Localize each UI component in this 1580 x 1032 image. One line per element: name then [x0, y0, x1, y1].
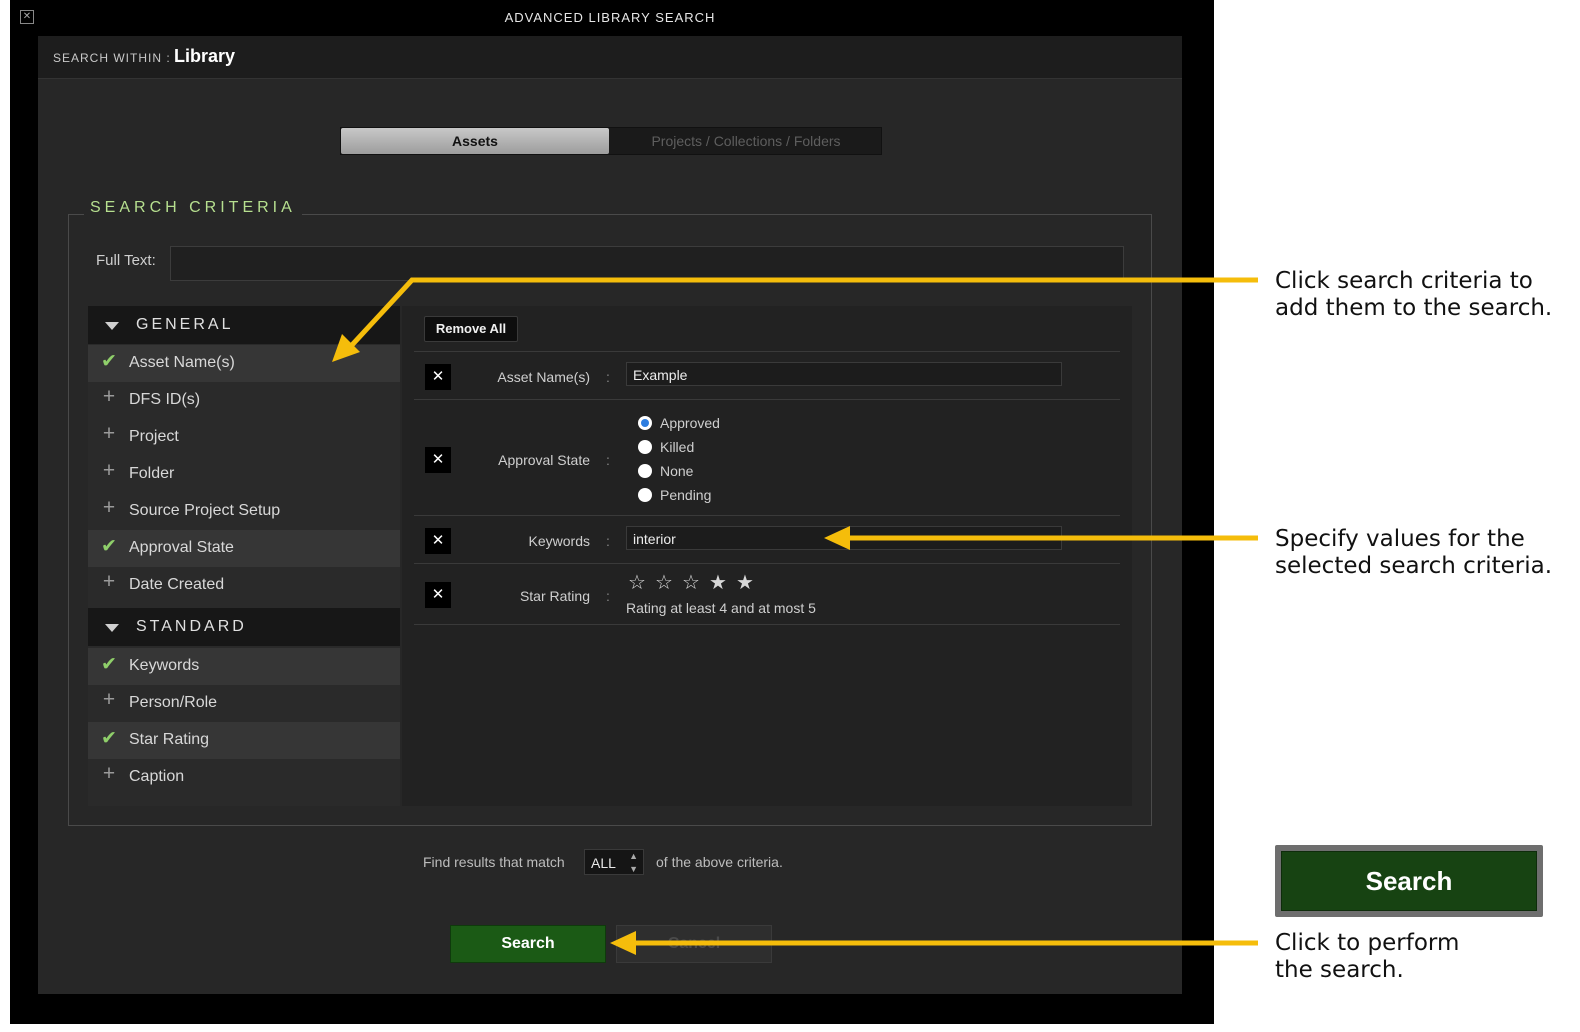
approval-state-label: Approval State: [498, 452, 590, 468]
search-within-label: SEARCH WITHIN :: [53, 51, 171, 65]
criteria-item-project[interactable]: + Project: [88, 419, 400, 456]
group-header-standard[interactable]: STANDARD: [88, 608, 400, 646]
criteria-item-caption[interactable]: + Caption: [88, 759, 400, 796]
criteria-item-folder[interactable]: + Folder: [88, 456, 400, 493]
asset-name-input[interactable]: Example: [626, 362, 1062, 386]
criteria-item-label: Date Created: [129, 576, 225, 593]
criteria-item-dfs-ids[interactable]: + DFS ID(s): [88, 382, 400, 419]
triangle-down-icon: [105, 322, 119, 330]
radio-button[interactable]: [638, 488, 652, 502]
star-outline-icon[interactable]: ☆: [682, 570, 700, 595]
match-select[interactable]: ALL ▲ ▼: [584, 849, 644, 875]
star-filled-icon[interactable]: ★: [736, 570, 754, 595]
criteria-item-label: Folder: [129, 465, 175, 482]
cancel-button[interactable]: Cancel: [616, 925, 772, 963]
star-outline-icon[interactable]: ☆: [655, 570, 673, 595]
checkmark-icon: ✔: [101, 536, 117, 557]
plus-icon: +: [102, 422, 116, 445]
annotation-criteria-note: Click search criteria to add them to the…: [1275, 268, 1553, 321]
checkmark-icon: ✔: [101, 351, 117, 372]
criteria-item-person-role[interactable]: + Person/Role: [88, 685, 400, 722]
radio-label: Approved: [660, 415, 720, 431]
triangle-down-icon: [105, 624, 119, 632]
zoomed-search-button: Search: [1281, 851, 1537, 911]
criteria-item-asset-names[interactable]: ✔ Asset Name(s): [88, 345, 400, 382]
divider: [414, 624, 1120, 625]
criteria-item-label: Keywords: [129, 657, 200, 674]
criteria-item-label: DFS ID(s): [129, 391, 201, 408]
star-rating-label: Star Rating: [519, 588, 590, 604]
criteria-item-source-project-setup[interactable]: + Source Project Setup: [88, 493, 400, 530]
match-select-value: ALL: [591, 855, 616, 871]
search-within-bar: SEARCH WITHIN : Library: [38, 36, 1182, 79]
radio-label: Killed: [660, 439, 695, 455]
scope-tabs: Assets Projects / Collections / Folders: [340, 127, 882, 155]
radio-label: Pending: [660, 487, 712, 503]
checkmark-icon: ✔: [101, 654, 117, 675]
group-label: GENERAL: [136, 316, 234, 333]
search-criteria-title: SEARCH CRITERIA: [84, 199, 302, 217]
criteria-item-label: Approval State: [129, 539, 234, 556]
divider: [414, 399, 1120, 400]
criteria-item-label: Caption: [129, 768, 185, 785]
colon: :: [606, 369, 610, 385]
remove-all-button[interactable]: Remove All: [424, 316, 518, 342]
colon: :: [606, 533, 610, 549]
radio-button-selected[interactable]: [638, 416, 652, 430]
star-rating-text: Rating at least 4 and at most 5: [626, 600, 816, 616]
plus-icon: +: [102, 688, 116, 711]
annotation-search-note: Click to perform the search.: [1275, 930, 1460, 983]
divider: [414, 351, 1120, 352]
annotation-search-zoom: Search: [1275, 845, 1543, 917]
criteria-item-label: Star Rating: [129, 731, 210, 748]
keywords-label: Keywords: [528, 533, 590, 549]
criteria-item-star-rating[interactable]: ✔ Star Rating: [88, 722, 400, 759]
tab-projects-collections-folders[interactable]: Projects / Collections / Folders: [611, 128, 881, 154]
colon: :: [606, 452, 610, 468]
plus-icon: +: [102, 570, 116, 593]
criteria-item-label: Project: [129, 428, 179, 445]
match-prefix-text: Find results that match: [423, 854, 565, 870]
advanced-search-window: ✕ ADVANCED LIBRARY SEARCH SEARCH WITHIN …: [10, 0, 1214, 1024]
search-within-value[interactable]: Library: [174, 46, 235, 67]
window-title: ADVANCED LIBRARY SEARCH: [504, 10, 716, 25]
star-rating-control[interactable]: ☆ ☆ ☆ ★ ★: [628, 570, 768, 596]
plus-icon: +: [102, 496, 116, 519]
full-text-input[interactable]: [170, 246, 1124, 281]
checkmark-icon: ✔: [101, 728, 117, 749]
tab-assets[interactable]: Assets: [341, 128, 609, 154]
criteria-item-label: Asset Name(s): [129, 354, 235, 371]
search-button[interactable]: Search: [450, 925, 606, 963]
criteria-item-date-created[interactable]: + Date Created: [88, 567, 400, 604]
criteria-item-label: Source Project Setup: [129, 502, 281, 519]
radio-button[interactable]: [638, 464, 652, 478]
match-suffix-text: of the above criteria.: [656, 854, 783, 870]
star-outline-icon[interactable]: ☆: [628, 570, 646, 595]
criteria-item-approval-state[interactable]: ✔ Approval State: [88, 530, 400, 567]
star-filled-icon[interactable]: ★: [709, 570, 727, 595]
asset-name-label: Asset Name(s): [497, 369, 590, 385]
group-header-general[interactable]: GENERAL: [88, 306, 400, 344]
selected-criteria-panel: Remove All ✕ Asset Name(s) : Example ✕ A…: [402, 306, 1132, 806]
full-text-label: Full Text:: [96, 252, 156, 269]
plus-icon: +: [102, 459, 116, 482]
plus-icon: +: [102, 762, 116, 785]
plus-icon: +: [102, 385, 116, 408]
group-label: STANDARD: [136, 618, 247, 635]
criteria-item-keywords[interactable]: ✔ Keywords: [88, 648, 400, 685]
stepper-arrows-icon: ▲ ▼: [629, 851, 638, 874]
radio-button[interactable]: [638, 440, 652, 454]
criteria-item-label: Person/Role: [129, 694, 218, 711]
divider: [414, 563, 1120, 564]
divider: [414, 515, 1120, 516]
radio-label: None: [660, 463, 694, 479]
dialog-content: SEARCH WITHIN : Library Assets Projects …: [38, 36, 1182, 994]
keywords-input[interactable]: interior: [626, 526, 1062, 550]
colon: :: [606, 588, 610, 604]
criteria-list: GENERAL ✔ Asset Name(s) + DFS ID(s) + Pr…: [88, 306, 400, 806]
annotation-values-note: Specify values for the selected search c…: [1275, 526, 1553, 579]
